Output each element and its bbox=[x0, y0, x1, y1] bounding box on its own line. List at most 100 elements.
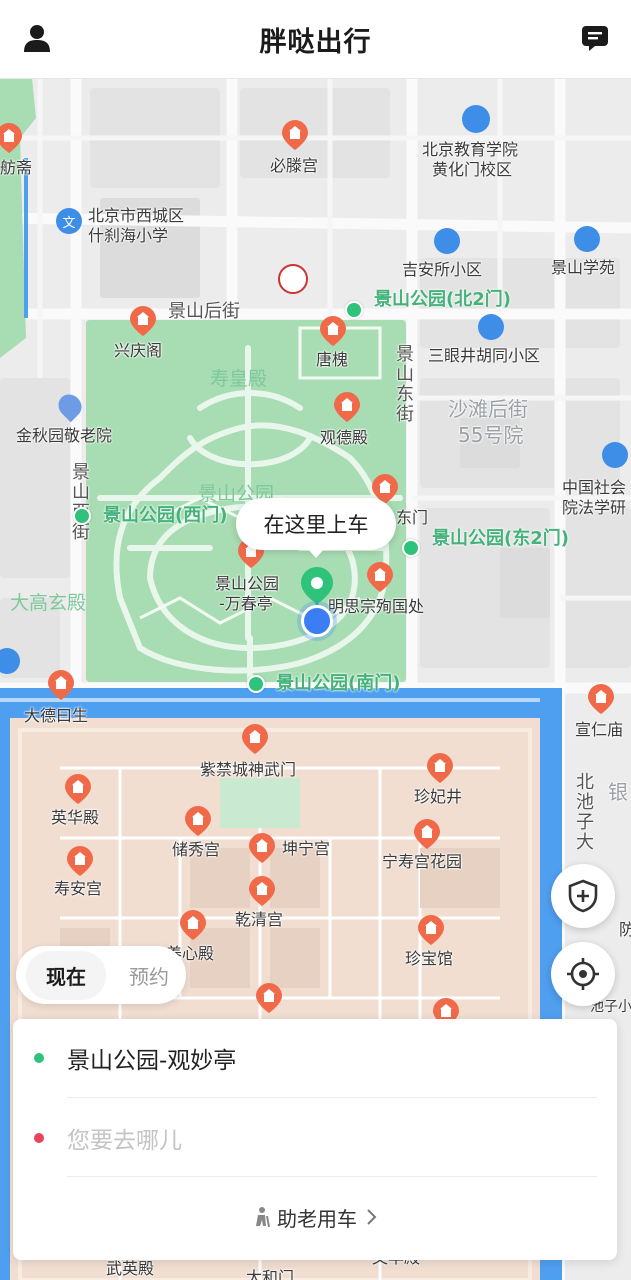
poi-icon[interactable] bbox=[320, 316, 346, 346]
map-label: 紫禁城神武门 bbox=[200, 760, 297, 779]
school-icon[interactable]: 文 bbox=[56, 208, 82, 234]
map-label: 兴庆阁 bbox=[114, 341, 163, 360]
poi-icon[interactable] bbox=[48, 670, 74, 700]
map-label: 大高玄殿 bbox=[10, 592, 87, 614]
poi-icon[interactable] bbox=[367, 562, 393, 592]
map-label: 武英殿 bbox=[106, 1259, 155, 1278]
map-label: 储秀宫 bbox=[172, 840, 221, 859]
message-icon[interactable] bbox=[577, 20, 613, 56]
map-label: 景山东街 bbox=[393, 344, 414, 424]
shield-icon bbox=[568, 879, 598, 913]
tab-now[interactable]: 现在 bbox=[20, 946, 112, 1004]
map-label: 宣仁庙 bbox=[575, 720, 624, 739]
poi-icon[interactable] bbox=[334, 392, 360, 422]
poi-icon[interactable] bbox=[242, 724, 268, 754]
map-label: 中国社会 bbox=[562, 478, 627, 497]
destination-placeholder: 您要去哪儿 bbox=[67, 1128, 182, 1154]
poi-icon[interactable] bbox=[185, 806, 211, 836]
map-label: 宁寿宫花园 bbox=[382, 852, 463, 871]
map-label: 观德殿 bbox=[320, 428, 369, 447]
pickup-field[interactable]: 景山公园-观妙亭 bbox=[13, 1019, 617, 1097]
pickup-text: 景山公园-观妙亭 bbox=[67, 1048, 237, 1074]
tab-schedule[interactable]: 预约 bbox=[112, 946, 186, 1004]
map-label: 北京市西城区 bbox=[88, 206, 185, 225]
map-label: 沙滩后街 bbox=[448, 397, 528, 421]
trip-card: 景山公园-观妙亭 您要去哪儿 助老用车 bbox=[13, 1019, 617, 1260]
map-label: 景山后街 bbox=[168, 301, 240, 322]
poi-icon[interactable] bbox=[0, 123, 22, 153]
map-label: 吉安所小区 bbox=[402, 260, 483, 279]
map-label: 太和门 bbox=[246, 1268, 295, 1280]
poi-icon[interactable] bbox=[249, 833, 275, 863]
stop-marker-south[interactable] bbox=[247, 675, 265, 693]
residence-icon[interactable] bbox=[434, 228, 460, 254]
map-label: 北池子大 bbox=[573, 772, 594, 852]
destination-field[interactable]: 您要去哪儿 bbox=[13, 1099, 617, 1177]
poi-icon[interactable] bbox=[65, 774, 91, 804]
stop-label-south[interactable]: 景山公园(南门) bbox=[276, 674, 400, 693]
map-label: 金秋园敬老院 bbox=[16, 426, 113, 445]
current-location-icon bbox=[301, 605, 333, 637]
poi-icon[interactable] bbox=[130, 306, 156, 336]
map-label: 唐槐 bbox=[316, 350, 349, 369]
stop-label-north2[interactable]: 景山公园(北2门) bbox=[374, 290, 511, 309]
map-label: 黄化门校区 bbox=[432, 160, 513, 179]
elder-icon bbox=[256, 1207, 270, 1228]
divider bbox=[67, 1176, 597, 1177]
map-label: -万春亭 bbox=[219, 594, 273, 613]
map-label: 什刹海小学 bbox=[88, 226, 169, 245]
stop-marker-north2[interactable] bbox=[345, 301, 363, 319]
map-label: 乾清宫 bbox=[235, 910, 284, 929]
map-label: 银 bbox=[608, 780, 628, 804]
top-bar: 胖哒出行 bbox=[0, 0, 631, 79]
residence-icon[interactable] bbox=[574, 226, 600, 252]
elder-ride-link[interactable]: 助老用车 bbox=[13, 1199, 617, 1235]
safety-shield-button[interactable] bbox=[551, 864, 615, 928]
map-label: 明思宗殉国处 bbox=[328, 597, 425, 616]
poi-icon[interactable] bbox=[414, 819, 440, 849]
app-title: 胖哒出行 bbox=[259, 26, 372, 58]
map-label: 景山西街 bbox=[69, 462, 90, 542]
stop-label-east2[interactable]: 景山公园(东2门) bbox=[432, 529, 569, 548]
stop-marker-west[interactable] bbox=[73, 507, 91, 525]
poi-icon[interactable] bbox=[67, 846, 93, 876]
map-label: 院法学研 bbox=[562, 498, 627, 517]
map-label: 寿皇殿 bbox=[210, 368, 268, 390]
map-label: 珍宝馆 bbox=[405, 949, 454, 968]
map-label: 寿安宫 bbox=[54, 879, 103, 898]
pickup-dot-icon bbox=[34, 1053, 44, 1063]
ride-time-toggle: 现在 预约 bbox=[16, 946, 186, 1004]
map-label: 三眼井胡同小区 bbox=[428, 346, 541, 365]
map-label: 舫斋 bbox=[0, 158, 33, 177]
poi-icon[interactable] bbox=[180, 910, 206, 940]
locate-me-button[interactable] bbox=[551, 942, 615, 1006]
map-label: 景山公园 bbox=[215, 574, 280, 593]
elder-ride-label: 助老用车 bbox=[277, 1206, 357, 1231]
institute-icon[interactable] bbox=[602, 442, 628, 468]
locate-icon bbox=[567, 958, 599, 990]
shell-station-icon[interactable] bbox=[278, 264, 308, 294]
user-icon[interactable] bbox=[19, 20, 55, 56]
destination-dot-icon bbox=[34, 1133, 44, 1143]
map-label: 珍妃井 bbox=[414, 787, 463, 806]
map-label: 必滕宫 bbox=[270, 156, 319, 175]
poi-icon[interactable] bbox=[249, 876, 275, 906]
divider bbox=[67, 1097, 597, 1098]
poi-icon[interactable] bbox=[256, 983, 282, 1013]
poi-icon[interactable] bbox=[427, 753, 453, 783]
school-icon[interactable] bbox=[462, 105, 490, 133]
map-label: 55号院 bbox=[458, 423, 524, 447]
map-label: 景山学苑 bbox=[551, 258, 616, 277]
chevron-right-icon bbox=[367, 1209, 377, 1225]
poi-icon[interactable] bbox=[418, 915, 444, 945]
residence-icon[interactable] bbox=[478, 314, 504, 340]
poi-icon[interactable] bbox=[588, 684, 614, 714]
map-label: 东门 bbox=[396, 508, 429, 527]
stop-marker-east2[interactable] bbox=[402, 539, 420, 557]
map-label: 北京教育学院 bbox=[422, 140, 519, 159]
stop-label-west[interactable]: 景山公园(西门) bbox=[103, 506, 227, 525]
pickup-callout[interactable]: 在这里上车 bbox=[236, 498, 396, 558]
map-label: 防 bbox=[619, 920, 631, 939]
map-label: 英华殿 bbox=[51, 808, 100, 827]
poi-icon[interactable] bbox=[282, 120, 308, 150]
